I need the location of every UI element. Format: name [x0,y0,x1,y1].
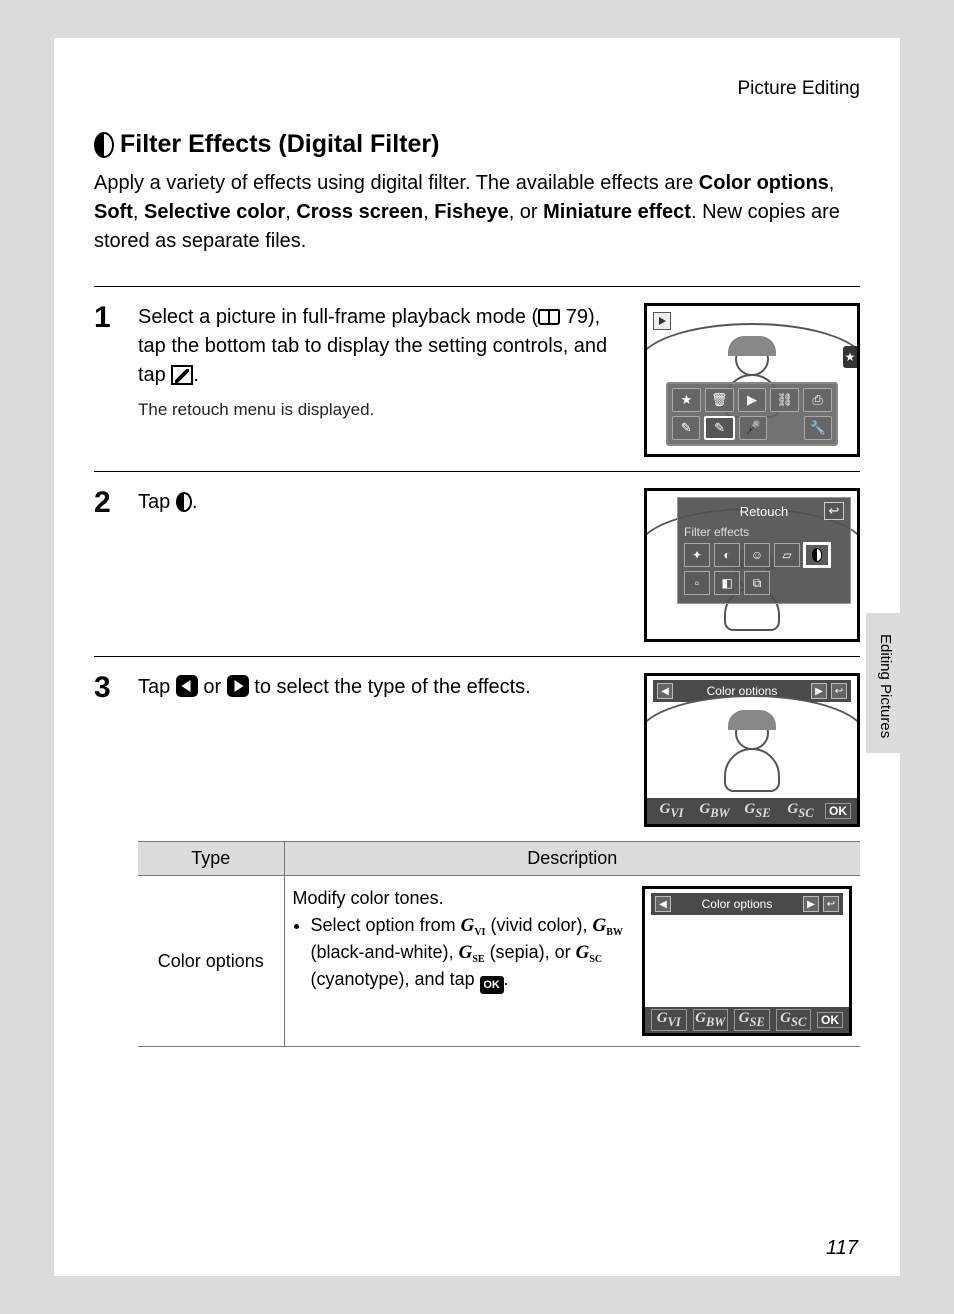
effects-table: Type Description Color options Modify co… [138,841,860,1047]
step-1: 1 Select a picture in full-frame playbac… [94,297,860,471]
col-description: Description [284,842,860,876]
page-title: Filter Effects (Digital Filter) [94,130,860,159]
toolbar-favorite: ★ [672,388,701,412]
ok-button: OK [817,1012,843,1028]
divider [94,471,860,472]
toolbar-retouch: ✎ [704,416,734,440]
color-opt-se: GSE [739,801,776,821]
step-number: 2 [94,488,120,642]
retouch-opt-quickretouch: ✦ [684,543,710,567]
intro-paragraph: Apply a variety of effects using digital… [94,169,860,256]
color-opt-bw: GBW [696,801,733,821]
retouch-opt-skin: ☺ [744,543,770,567]
camera-screen-playback: ★ ★ 🗑 ▶ ⛓ ⎙ ✎ ✎ 🎤 🔧 [644,303,860,457]
retouch-opt-perspective: ▱ [774,543,800,567]
next-arrow-icon: ▶ [803,896,819,912]
next-arrow-icon: ▶ [811,683,827,699]
retouch-icon [171,365,193,385]
retouch-subtitle: Filter effects [684,523,844,543]
camera-screen-color-options-small: ◀ Color options ▶ ↩ GVI GBW GSE GSC OK [642,886,852,1036]
col-type: Type [138,842,284,876]
step-number: 3 [94,673,120,827]
retouch-opt-copy: ⧉ [744,571,770,595]
step-3: 3 Tap or to select the type of the effec… [94,667,860,841]
divider [94,286,860,287]
color-opt-sc: GSC [776,1009,812,1031]
table-row: Color options Modify color tones. Select… [138,876,860,1047]
toolbar-protect: ⛓ [770,388,799,412]
retouch-opt-crop: ◧ [714,571,740,595]
toolbar-delete: 🗑 [705,388,734,412]
color-opt-sc: GSC [782,801,819,821]
side-section-label: Editing Pictures [877,634,894,738]
step-2: 2 Tap . Retouch Filter effects ✦ ◐ ☺ ▱ [94,482,860,656]
playback-icon [653,312,671,330]
color-opt-se: GSE [734,1009,770,1031]
camera-screen-retouch-menu: Retouch Filter effects ✦ ◐ ☺ ▱ ▫ ◧ ⧉ [644,488,860,642]
toolbar-voice: 🎤 [739,416,767,440]
color-opt-vi: GVI [651,1009,687,1031]
prev-arrow-icon: ◀ [655,896,671,912]
color-opt-vi: GVI [653,801,690,821]
retouch-opt-small: ▫ [684,571,710,595]
color-opt-bw: GBW [693,1009,729,1031]
toolbar-paint: ✎ [672,416,700,440]
playback-toolbar: ★ 🗑 ▶ ⛓ ⎙ ✎ ✎ 🎤 🔧 [666,382,838,446]
step-number: 1 [94,303,120,457]
row-description: Modify color tones. Select option from G… [293,886,631,994]
back-icon [824,502,844,520]
filter-effects-icon [176,492,192,512]
manual-ref-icon [538,309,560,325]
left-arrow-icon [176,675,198,697]
retouch-opt-filter [804,543,830,567]
retouch-opt-dlighting: ◐ [714,543,740,567]
back-icon: ↩ [831,683,847,699]
camera-screen-color-options: ◀ Color options ▶ ↩ GVI GBW GSE GSC OK [644,673,860,827]
rating-icon: ★ [843,346,857,368]
prev-arrow-icon: ◀ [657,683,673,699]
page-number: 117 [826,1237,858,1260]
toolbar-setup: 🔧 [804,416,832,440]
row-type: Color options [138,876,284,1047]
divider [94,656,860,657]
toolbar-print: ⎙ [803,388,832,412]
ok-icon: OK [480,976,504,994]
filter-effects-icon [94,132,114,158]
effect-type-label: Color options [675,897,799,911]
step-note: The retouch menu is displayed. [138,398,626,423]
title-text: Filter Effects (Digital Filter) [120,130,439,159]
ok-button: OK [825,803,851,819]
retouch-title: Retouch [740,504,788,519]
back-icon: ↩ [823,896,839,912]
section-header: Picture Editing [94,78,860,100]
toolbar-slideshow: ▶ [738,388,767,412]
right-arrow-icon [227,675,249,697]
